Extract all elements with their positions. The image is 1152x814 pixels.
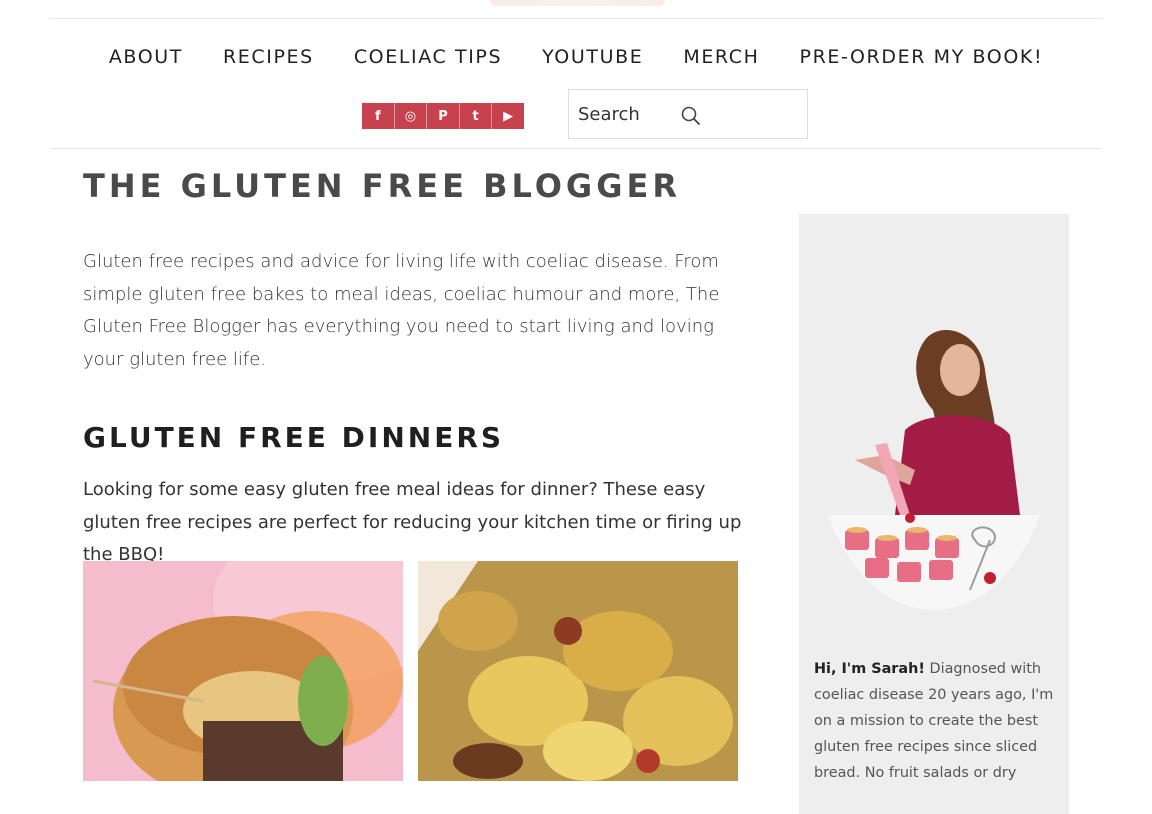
section-description: Looking for some easy gluten free meal i…	[83, 479, 742, 565]
instagram-icon[interactable]: ◎	[395, 103, 428, 129]
search-input[interactable]	[578, 102, 678, 126]
site-logo[interactable]	[490, 0, 665, 6]
search-box	[568, 89, 808, 139]
nav-item-youtube[interactable]: YOUTUBE	[542, 44, 643, 70]
potatoes-image	[418, 561, 738, 781]
pinterest-icon[interactable]: P	[427, 103, 460, 129]
youtube-icon[interactable]: ▶	[492, 103, 524, 129]
intro-paragraph: Gluten free recipes and advice for livin…	[83, 251, 720, 370]
recipe-card-burger[interactable]	[83, 561, 403, 781]
header-divider	[50, 18, 1102, 19]
nav-item-recipes[interactable]: RECIPES	[223, 44, 314, 70]
facebook-icon[interactable]: f	[362, 103, 395, 129]
burger-image	[83, 561, 403, 781]
main-content: THE GLUTEN FREE BLOGGER Gluten free reci…	[83, 166, 743, 572]
nav-item-coeliac-tips[interactable]: COELIAC TIPS	[354, 44, 502, 70]
nav-item-merch[interactable]: MERCH	[683, 44, 759, 70]
bio-greeting: Hi, I'm Sarah!	[814, 661, 925, 678]
main-navigation: ABOUT RECIPES COELIAC TIPS YOUTUBE MERCH…	[0, 44, 1152, 70]
header-bottom-divider	[50, 148, 1102, 149]
nav-item-pre-order-book[interactable]: PRE-ORDER MY BOOK!	[800, 44, 1044, 70]
author-bio: Hi, I'm Sarah! Diagnosed with coeliac di…	[814, 657, 1054, 786]
sidebar: Hi, I'm Sarah! Diagnosed with coeliac di…	[799, 214, 1069, 814]
nav-item-about[interactable]: ABOUT	[109, 44, 183, 70]
author-photo	[815, 260, 1053, 610]
bio-text: Diagnosed with coeliac disease 20 years …	[814, 661, 1054, 781]
search-icon[interactable]	[679, 104, 703, 128]
section-heading-dinners: GLUTEN FREE DINNERS	[83, 421, 505, 454]
twitter-icon[interactable]: t	[460, 103, 493, 129]
recipe-card-potatoes[interactable]	[418, 561, 738, 781]
page-title: THE GLUTEN FREE BLOGGER	[83, 167, 681, 205]
social-icons-bar: f ◎ P t ▶	[362, 103, 524, 129]
